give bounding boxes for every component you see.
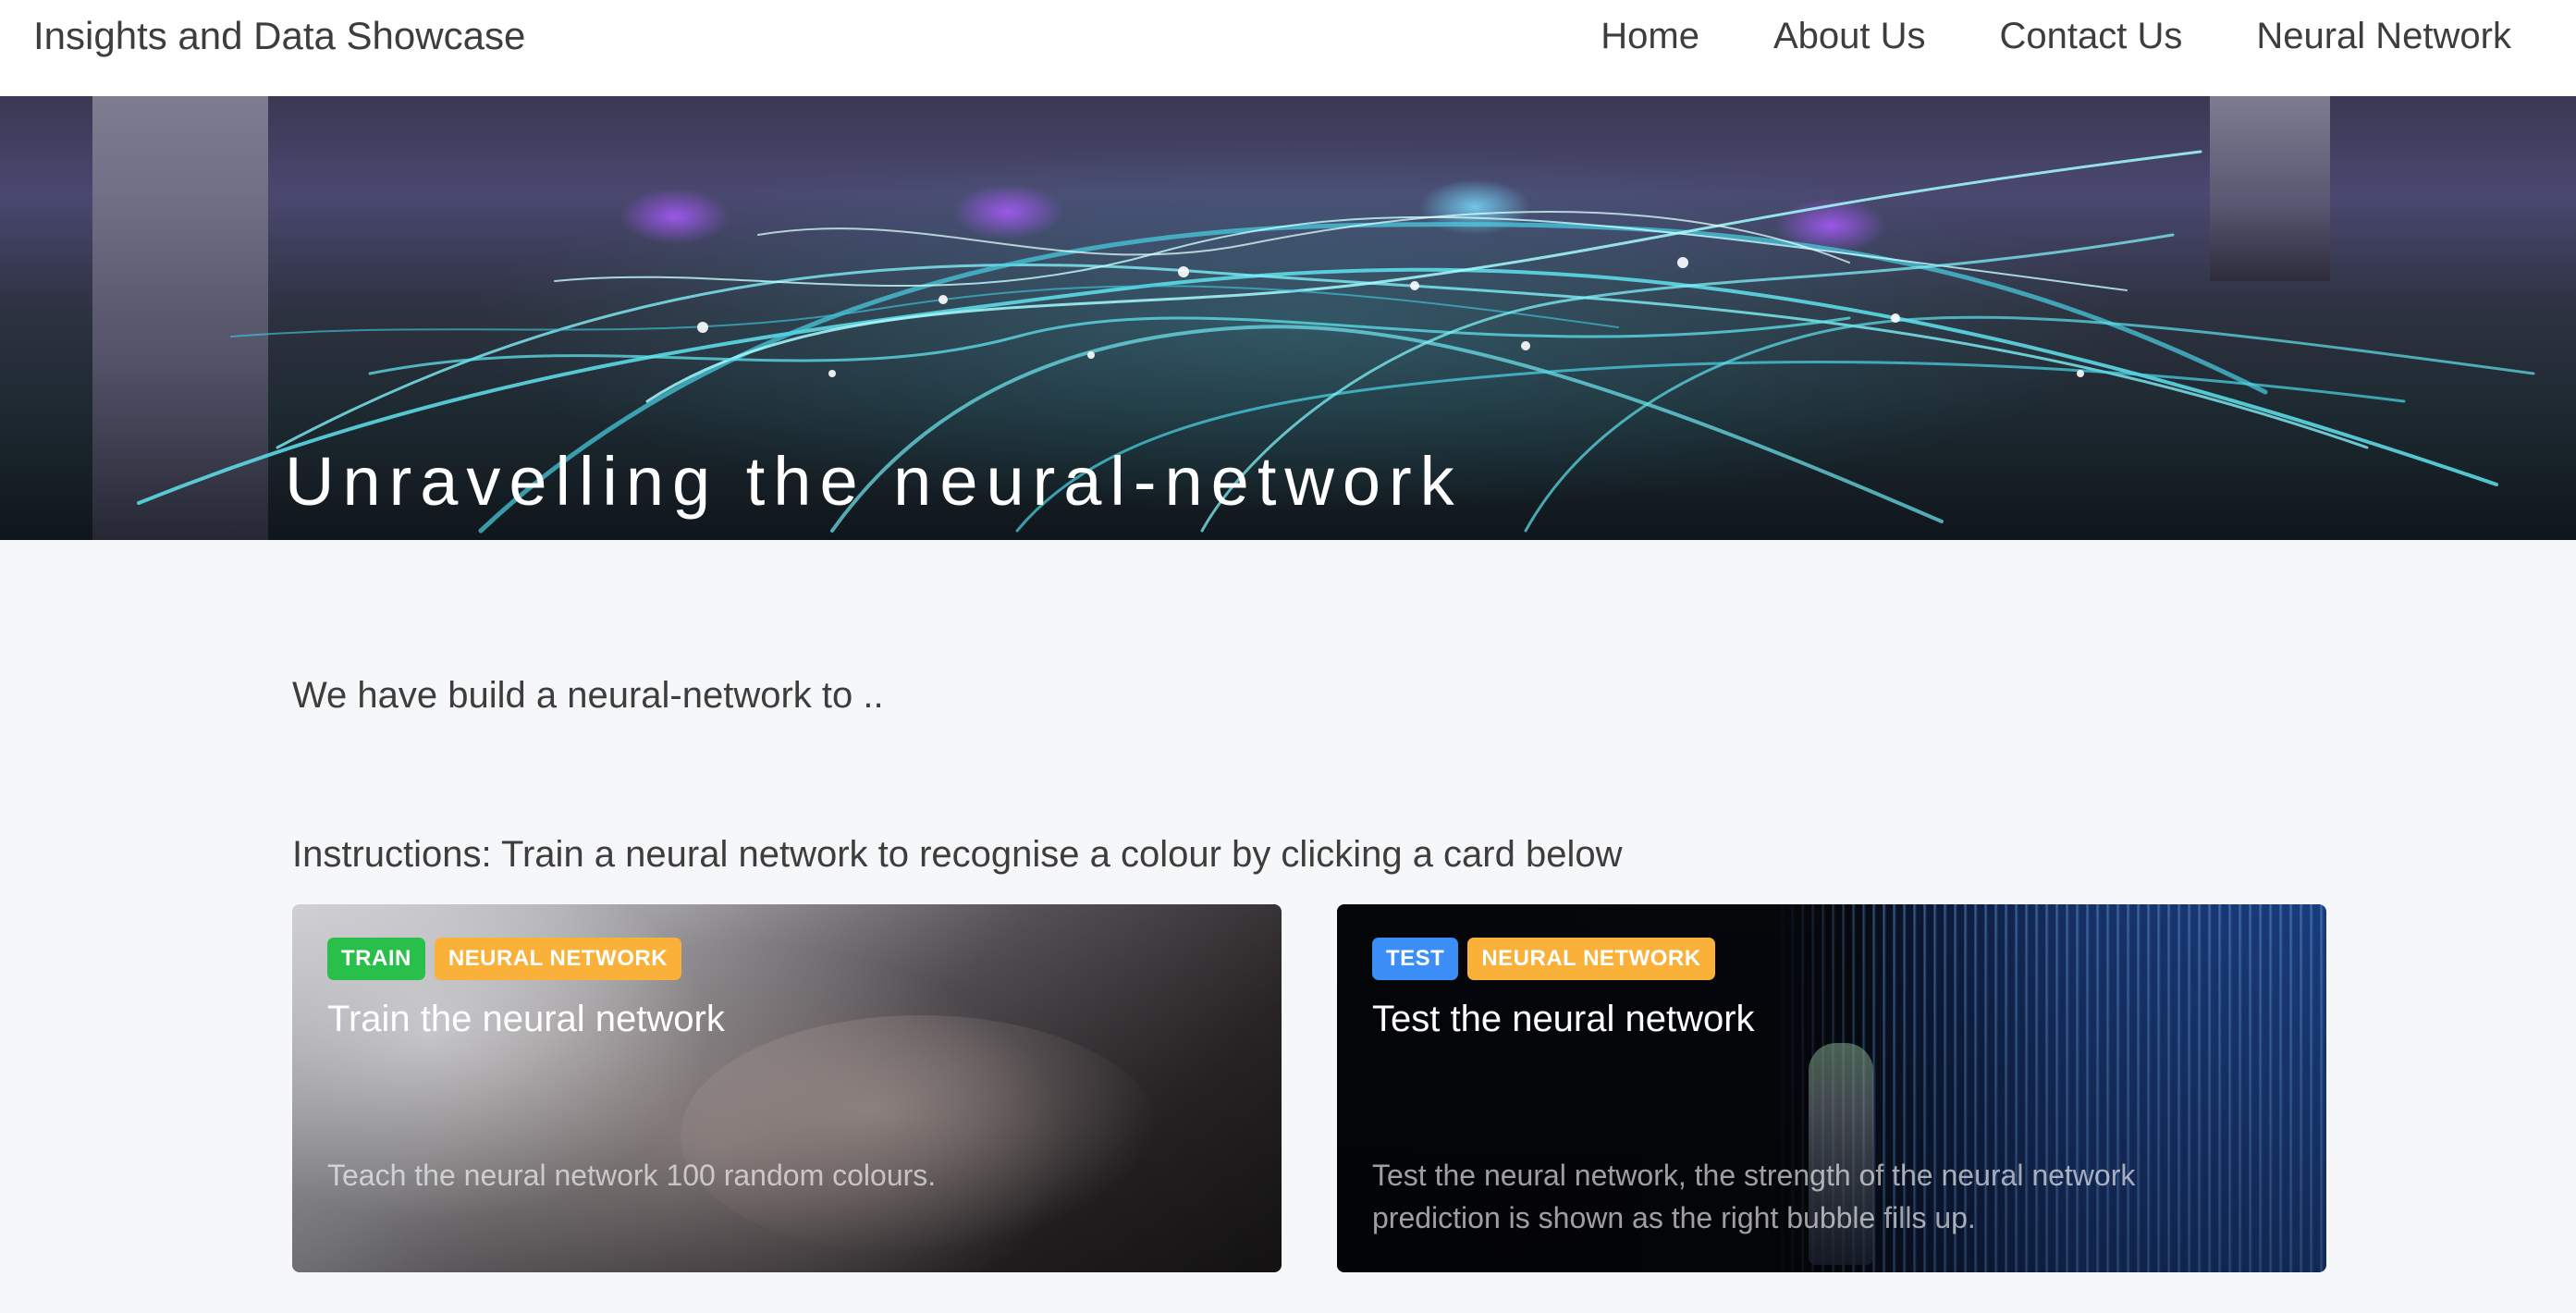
neural-network-badge: NEURAL NETWORK [434, 938, 682, 980]
train-card-badges: TRAIN NEURAL NETWORK [327, 938, 682, 980]
test-card[interactable]: TEST NEURAL NETWORK Test the neural netw… [1337, 904, 2326, 1272]
neural-network-badge: NEURAL NETWORK [1467, 938, 1715, 980]
navbar: Insights and Data Showcase Home About Us… [0, 0, 2576, 96]
intro-heading: We have build a neural-network to .. [292, 675, 884, 716]
train-card[interactable]: TRAIN NEURAL NETWORK Train the neural ne… [292, 904, 1282, 1272]
nav-link-neural-network[interactable]: Neural Network [2256, 16, 2511, 57]
train-card-description: Teach the neural network 100 random colo… [327, 1159, 937, 1192]
test-card-description: Test the neural network, the strength of… [1372, 1159, 2136, 1234]
test-card-title: Test the neural network [1372, 999, 1755, 1039]
brand-link[interactable]: Insights and Data Showcase [33, 0, 525, 72]
instructions-heading: Instructions: Train a neural network to … [292, 834, 1623, 875]
test-badge: TEST [1372, 938, 1459, 980]
nav-link-contact-us[interactable]: Contact Us [1999, 16, 2182, 57]
train-card-title: Train the neural network [327, 999, 725, 1039]
nav-link-home[interactable]: Home [1601, 16, 1699, 57]
hero-banner: Unravelling the neural-network [0, 96, 2576, 540]
test-card-badges: TEST NEURAL NETWORK [1372, 938, 1715, 980]
nav-link-about-us[interactable]: About Us [1773, 16, 1926, 57]
hero-title: Unravelling the neural-network [285, 443, 1463, 520]
nav-links: Home About Us Contact Us Neural Network [1601, 0, 2511, 72]
train-badge: TRAIN [327, 938, 425, 980]
